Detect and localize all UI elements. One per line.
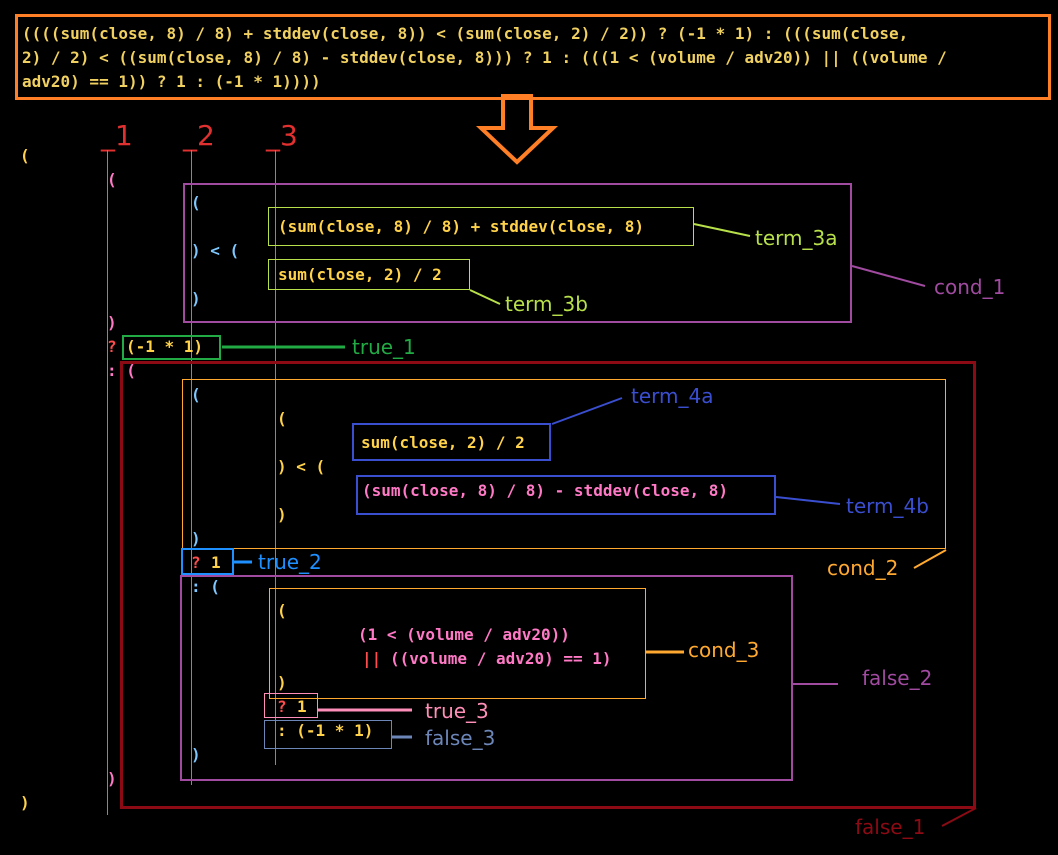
label-term-3b: term_3b xyxy=(505,292,588,316)
term4-open-paren: ( xyxy=(277,409,287,428)
label-false-1: false_1 xyxy=(855,815,926,839)
term-4a-code: sum(close, 2) / 2 xyxy=(361,433,525,452)
or-operator: || xyxy=(362,649,382,668)
colon-1: : ( xyxy=(107,361,136,380)
term-4b-code: (sum(close, 8) / 8) - stddev(close, 8) xyxy=(362,481,729,500)
leader-false-1 xyxy=(941,807,977,827)
false-3-code: : (-1 * 1) xyxy=(277,721,374,740)
cond1-close-paren: ) xyxy=(191,289,201,308)
cond3-close-paren: ) xyxy=(277,673,287,692)
true-2-code: 1 xyxy=(211,553,221,572)
column-header-1: _1 xyxy=(101,119,133,152)
leader-cond-1 xyxy=(851,265,926,287)
label-term-4b: term_4b xyxy=(846,494,929,518)
label-true-2: true_2 xyxy=(258,550,322,574)
false1-close-paren: ) xyxy=(107,769,117,788)
true-1-code: (-1 * 1) xyxy=(126,337,204,356)
guide-line-1 xyxy=(107,150,108,815)
lt-operator-2: ) < ( xyxy=(277,457,326,476)
label-true-1: true_1 xyxy=(352,335,416,359)
level1-close-paren: ) xyxy=(107,313,117,332)
label-false-3: false_3 xyxy=(425,726,496,750)
cond3-line-1: (1 < (volume / adv20)) xyxy=(358,625,570,644)
term-3a-code: (sum(close, 8) / 8) + stddev(close, 8) xyxy=(278,217,645,236)
label-true-3: true_3 xyxy=(425,699,489,723)
question-mark-2: ? xyxy=(191,553,201,572)
cond2-close-paren: ) xyxy=(191,529,201,548)
label-cond-1: cond_1 xyxy=(934,275,1006,299)
lt-operator-1: ) < ( xyxy=(191,241,240,260)
down-arrow-icon xyxy=(475,94,559,165)
question-mark-1: ? xyxy=(107,337,117,356)
outer-open-paren: ( xyxy=(20,146,30,165)
false2-close-paren: ) xyxy=(191,745,201,764)
label-cond-3: cond_3 xyxy=(688,638,760,662)
column-header-3: _3 xyxy=(266,119,298,152)
true-3-box xyxy=(264,693,318,718)
level1-open-paren: ( xyxy=(107,170,117,189)
label-term-4a: term_4a xyxy=(631,384,714,408)
question-mark-3: ? xyxy=(277,697,287,716)
diagram-canvas: ( ( ( (sum(close, 8) / 8) + stddev(close, 8… xyxy=(0,0,1058,855)
label-false-2: false_2 xyxy=(862,666,933,690)
term4-close-paren: ) xyxy=(277,505,287,524)
column-header-2: _2 xyxy=(183,119,215,152)
colon-2: : ( xyxy=(191,577,220,596)
label-cond-2: cond_2 xyxy=(827,556,899,580)
term-3b-code: sum(close, 2) / 2 xyxy=(278,265,442,284)
true-2-box xyxy=(181,548,234,575)
cond3-open-paren: ( xyxy=(277,601,287,620)
cond3-line-2: ((volume / adv20) == 1) xyxy=(390,649,612,668)
cond1-open-paren: ( xyxy=(191,193,201,212)
outer-close-paren: ) xyxy=(20,793,30,812)
cond2-open-paren: ( xyxy=(191,385,201,404)
true-3-code: 1 xyxy=(297,697,307,716)
label-term-3a: term_3a xyxy=(755,226,838,250)
